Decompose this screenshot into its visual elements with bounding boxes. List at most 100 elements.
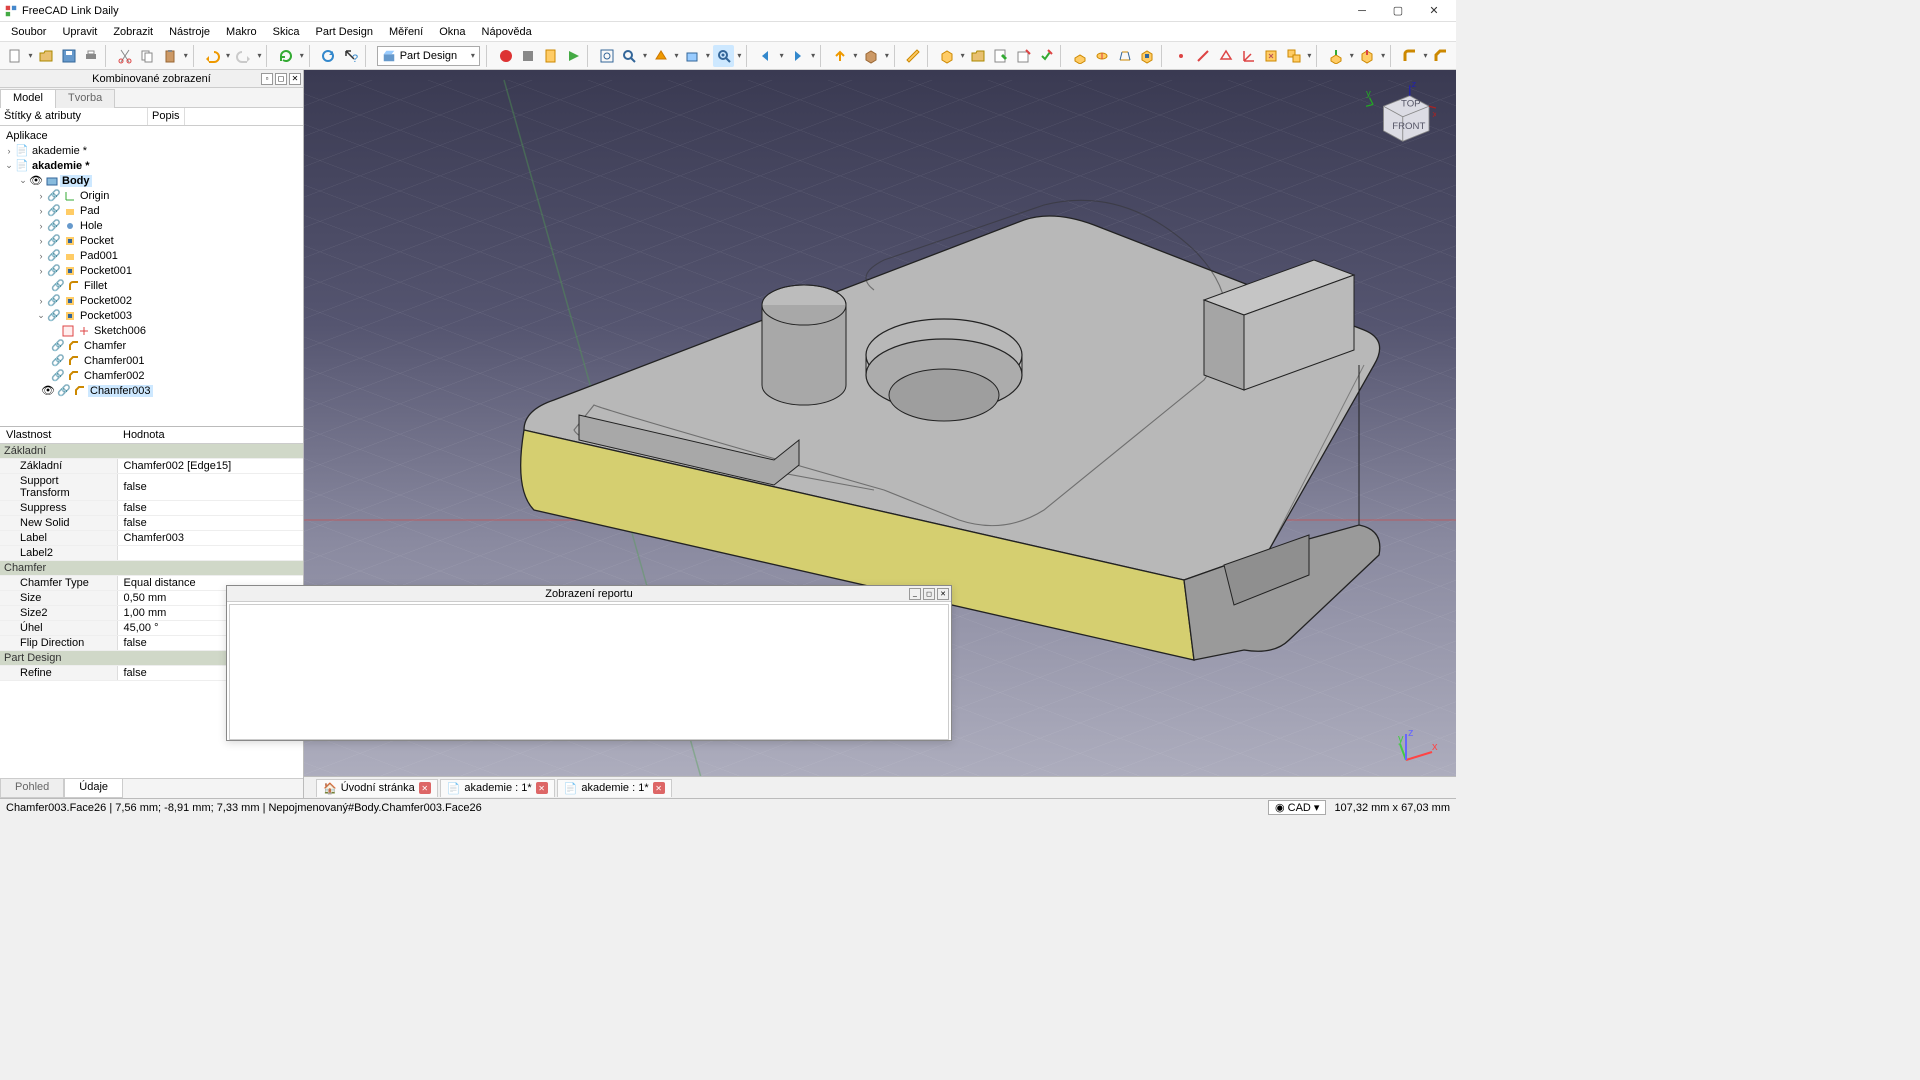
status-nav-style[interactable]: ◉ CAD ▾ [1268,800,1326,815]
doctab-akademie-2[interactable]: 📄akademie : 1*✕ [557,779,672,797]
folder-icon[interactable] [968,45,990,67]
tree-chamfer003[interactable]: 👁🔗Chamfer003 [0,383,303,398]
doctab-close-icon[interactable]: ✕ [536,782,548,794]
datum-cs-icon[interactable] [1238,45,1260,67]
macro-stop-icon[interactable] [517,45,539,67]
menu-partdesign[interactable]: Part Design [309,24,380,40]
panel-close-button[interactable]: ✕ [289,73,301,85]
shapebinder-icon[interactable] [1260,45,1282,67]
tab-pohled[interactable]: Pohled [0,779,64,798]
pad-icon[interactable] [1069,45,1091,67]
menu-nastroje[interactable]: Nástroje [162,24,217,40]
revolve-icon[interactable] [1091,45,1113,67]
datum-line-icon[interactable] [1193,45,1215,67]
edit-sketch-icon[interactable] [990,45,1012,67]
nav-back-dropdown[interactable]: ▾ [778,51,786,60]
prop-col-value[interactable]: Hodnota [117,427,303,444]
pocket-icon[interactable] [1137,45,1159,67]
link-up-dropdown[interactable]: ▾ [851,51,859,60]
tree-chamfer002[interactable]: 🔗Chamfer002 [0,368,303,383]
redo-icon[interactable] [233,45,255,67]
doctab-close-icon[interactable]: ✕ [419,782,431,794]
tree-fillet[interactable]: 🔗Fillet [0,278,303,293]
menu-soubor[interactable]: Soubor [4,24,53,40]
tree-pad[interactable]: ›🔗Pad [0,203,303,218]
doctab-start[interactable]: 🏠Úvodní stránka✕ [316,779,438,797]
tree-origin[interactable]: ›🔗Origin [0,188,303,203]
bbox-dropdown[interactable]: ▾ [704,51,712,60]
clone-dropdown[interactable]: ▾ [1305,51,1313,60]
prop-row-suptransform[interactable]: Support Transformfalse [0,474,303,501]
menu-upravit[interactable]: Upravit [55,24,104,40]
copy-icon[interactable] [137,45,159,67]
tab-model[interactable]: Model [0,89,56,108]
workbench-select[interactable]: Part Design ▾ [377,46,480,66]
tree-body[interactable]: ⌄👁Body [0,173,303,188]
prop-row-zakladni[interactable]: ZákladníChamfer002 [Edge15] [0,459,303,474]
prop-row-label[interactable]: LabelChamfer003 [0,531,303,546]
close-button[interactable]: ✕ [1416,1,1452,21]
report-window[interactable]: Zobrazení reportu _ ◻ ✕ [226,585,952,741]
nav-back-icon[interactable] [755,45,777,67]
report-close-button[interactable]: ✕ [937,588,949,600]
nav-cube[interactable]: FRONT TOP y x z [1366,80,1436,150]
measure-icon[interactable] [903,45,925,67]
tree-sketch006[interactable]: Sketch006 [0,323,303,338]
undo-icon[interactable] [202,45,224,67]
prop-col-name[interactable]: Vlastnost [0,427,117,444]
fillet-icon[interactable] [1399,45,1421,67]
menu-napoveda[interactable]: Nápověda [475,24,539,40]
menu-skica[interactable]: Skica [266,24,307,40]
tree-pad001[interactable]: ›🔗Pad001 [0,248,303,263]
undo-dropdown[interactable]: ▾ [224,51,232,60]
paste-icon[interactable] [159,45,181,67]
save-icon[interactable] [58,45,80,67]
refresh-dropdown[interactable]: ▾ [298,51,306,60]
nav-fwd-dropdown[interactable]: ▾ [809,51,817,60]
tree-doc-1[interactable]: ⌄📄akademie * [0,158,303,173]
refresh-icon[interactable] [275,45,297,67]
datum-point-icon[interactable] [1170,45,1192,67]
whatsthis-icon[interactable]: ? [340,45,362,67]
report-header[interactable]: Zobrazení reportu _ ◻ ✕ [227,586,951,602]
fillet-dropdown[interactable]: ▾ [1422,51,1430,60]
paste-dropdown[interactable]: ▾ [182,51,190,60]
panel-float-button[interactable]: ▫ [261,73,273,85]
report-min-button[interactable]: _ [909,588,921,600]
prop-row-suppress[interactable]: Suppressfalse [0,501,303,516]
doctab-akademie-1[interactable]: 📄akademie : 1*✕ [440,779,555,797]
doctab-close-icon[interactable]: ✕ [653,782,665,794]
macro-record-icon[interactable] [495,45,517,67]
bbox-icon[interactable] [681,45,703,67]
tree-doc-0[interactable]: ›📄akademie * [0,143,303,158]
tree-col-desc[interactable]: Popis [148,108,185,125]
tree-hole[interactable]: ›🔗Hole [0,218,303,233]
pad2-icon[interactable] [1325,45,1347,67]
menu-okna[interactable]: Okna [432,24,472,40]
pocket2-dropdown[interactable]: ▾ [1379,51,1387,60]
pocket2-icon[interactable] [1357,45,1379,67]
cut-icon[interactable] [114,45,136,67]
minimize-button[interactable]: ─ [1344,1,1380,21]
reload-icon[interactable] [318,45,340,67]
drawstyle-dropdown[interactable]: ▾ [673,51,681,60]
view-iso-icon[interactable] [713,45,735,67]
report-restore-button[interactable]: ◻ [923,588,935,600]
redo-dropdown[interactable]: ▾ [256,51,264,60]
datum-plane-icon[interactable] [1215,45,1237,67]
tab-udaje[interactable]: Údaje [64,779,123,798]
validate-sketch-icon[interactable] [1035,45,1057,67]
menu-mereni[interactable]: Měření [382,24,430,40]
loft-icon[interactable] [1114,45,1136,67]
tree-pocket[interactable]: ›🔗Pocket [0,233,303,248]
tree-app[interactable]: Aplikace [0,128,303,143]
tab-tvorba[interactable]: Tvorba [55,89,115,108]
nav-fwd-icon[interactable] [787,45,809,67]
tree-chamfer001[interactable]: 🔗Chamfer001 [0,353,303,368]
menu-zobrazit[interactable]: Zobrazit [106,24,160,40]
prop-row-label2[interactable]: Label2 [0,546,303,561]
part-box-icon[interactable] [936,45,958,67]
new-icon[interactable] [4,45,26,67]
report-body[interactable] [229,604,949,740]
new-dropdown[interactable]: ▾ [27,51,35,60]
